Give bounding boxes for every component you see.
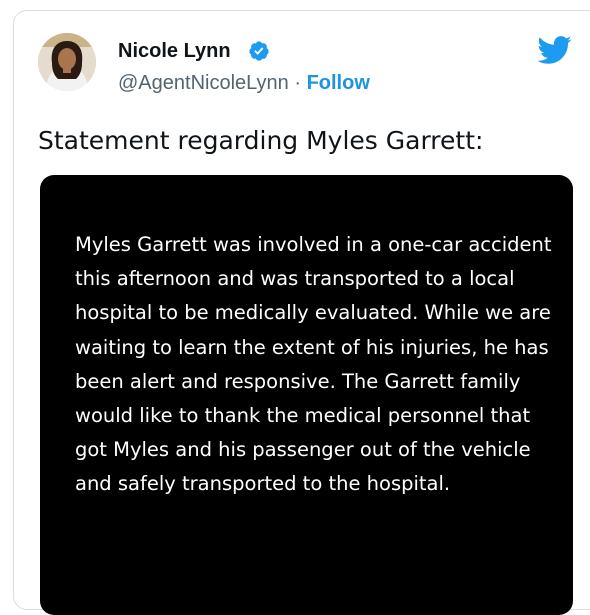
display-name[interactable]: Nicole Lynn: [118, 39, 231, 63]
tweet-text: Statement regarding Myles Garrett:: [38, 126, 484, 155]
handle-row: @AgentNicoleLynn · Follow: [118, 71, 370, 95]
follow-link[interactable]: Follow: [307, 72, 370, 94]
handle-separator: ·: [288, 72, 307, 94]
avatar[interactable]: [38, 33, 96, 91]
verified-badge-icon: [249, 41, 269, 61]
tweet-card: Nicole Lynn @AgentNicoleLynn · Follow St…: [13, 10, 590, 615]
twitter-bird-icon[interactable]: [536, 35, 572, 65]
tweet-media-image[interactable]: Myles Garrett was involved in a one-car …: [40, 175, 573, 615]
author-handle[interactable]: @AgentNicoleLynn: [118, 72, 289, 94]
statement-text: Myles Garrett was involved in a one-car …: [75, 233, 552, 496]
